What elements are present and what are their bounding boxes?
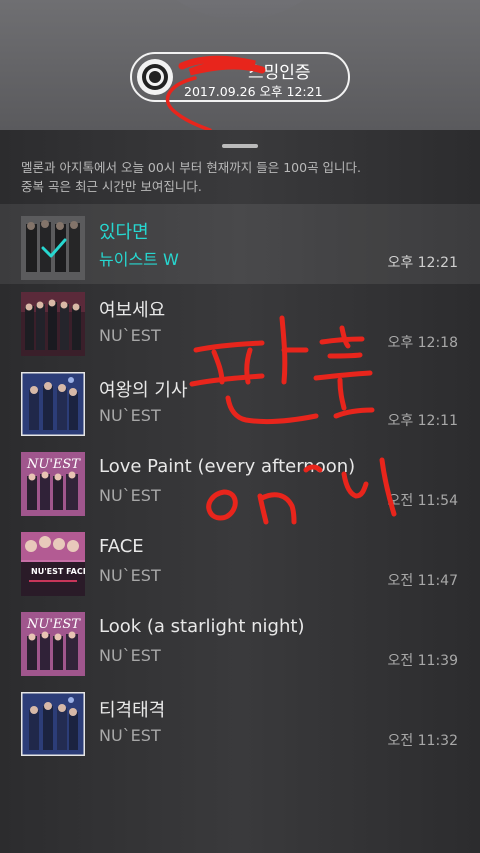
song-artist: NU`EST — [99, 726, 161, 745]
list-item[interactable]: 있다면 뉴이스트 W 오후 12:21 — [0, 204, 480, 284]
played-time: 오전 11:47 — [387, 573, 458, 589]
song-title: 있다면 — [99, 222, 149, 243]
played-time: 오후 12:21 — [387, 255, 458, 271]
song-artist: NU`EST — [99, 566, 161, 585]
album-thumbnail: NU'EST — [21, 612, 85, 676]
recent-songs-sheet: 멜론과 아지톡에서 오늘 00시 부터 현재까지 들은 100곡 입니다. 중복… — [0, 130, 480, 853]
certificate-title: 스밍인증 — [248, 63, 311, 83]
list-item[interactable]: 여보세요 NU`EST 오후 12:18 — [0, 284, 480, 364]
list-item[interactable]: 티격태격 NU`EST 오전 11:32 — [0, 684, 480, 764]
sheet-drag-handle[interactable] — [222, 144, 258, 148]
played-time: 오전 11:32 — [387, 733, 458, 749]
song-artist: 뉴이스트 W — [99, 250, 179, 269]
disc-icon — [137, 59, 173, 95]
song-title: 여보세요 — [99, 300, 166, 321]
certificate-date: 2017.09.26 오후 12:21 — [184, 84, 323, 99]
album-thumbnail — [21, 372, 85, 436]
played-time: 오후 12:11 — [387, 413, 458, 429]
check-icon — [41, 238, 67, 258]
album-thumbnail — [21, 292, 85, 356]
album-thumbnail — [21, 692, 85, 756]
album-thumbnail: NU'EST — [21, 452, 85, 516]
played-time: 오전 11:39 — [387, 653, 458, 669]
list-item[interactable]: NU'EST FACE FACE NU`EST 오전 11:47 — [0, 524, 480, 604]
album-thumbnail: NU'EST FACE — [21, 532, 85, 596]
list-item[interactable]: 여왕의 기사 NU`EST 오후 12:11 — [0, 364, 480, 444]
song-title: FACE — [99, 536, 144, 557]
svg-text:NU'EST FACE: NU'EST FACE — [31, 567, 85, 576]
song-artist: NU`EST — [99, 486, 161, 505]
svg-text:NU'EST: NU'EST — [26, 457, 81, 472]
song-artist: NU`EST — [99, 326, 161, 345]
streaming-certificate-badge[interactable]: 스밍인증 2017.09.26 오후 12:21 — [130, 52, 350, 102]
song-artist: NU`EST — [99, 646, 161, 665]
list-item[interactable]: NU'EST Love Paint (every afternoon) NU`E… — [0, 444, 480, 524]
played-time: 오후 12:18 — [387, 335, 458, 351]
song-artist: NU`EST — [99, 406, 161, 425]
album-thumbnail — [21, 216, 85, 280]
list-item[interactable]: NU'EST Look (a starlight night) NU`EST 오… — [0, 604, 480, 684]
svg-text:NU'EST: NU'EST — [26, 617, 81, 632]
song-title: 티격태격 — [99, 700, 166, 721]
notice-text: 멜론과 아지톡에서 오늘 00시 부터 현재까지 들은 100곡 입니다. 중복… — [21, 160, 362, 194]
song-title: 여왕의 기사 — [99, 380, 188, 401]
song-title: Love Paint (every afternoon) — [99, 456, 356, 477]
played-time: 오전 11:54 — [387, 493, 458, 509]
album-art-circle — [130, 0, 350, 20]
song-title: Look (a starlight night) — [99, 616, 305, 637]
now-playing-header: 스밍인증 2017.09.26 오후 12:21 — [0, 0, 480, 132]
